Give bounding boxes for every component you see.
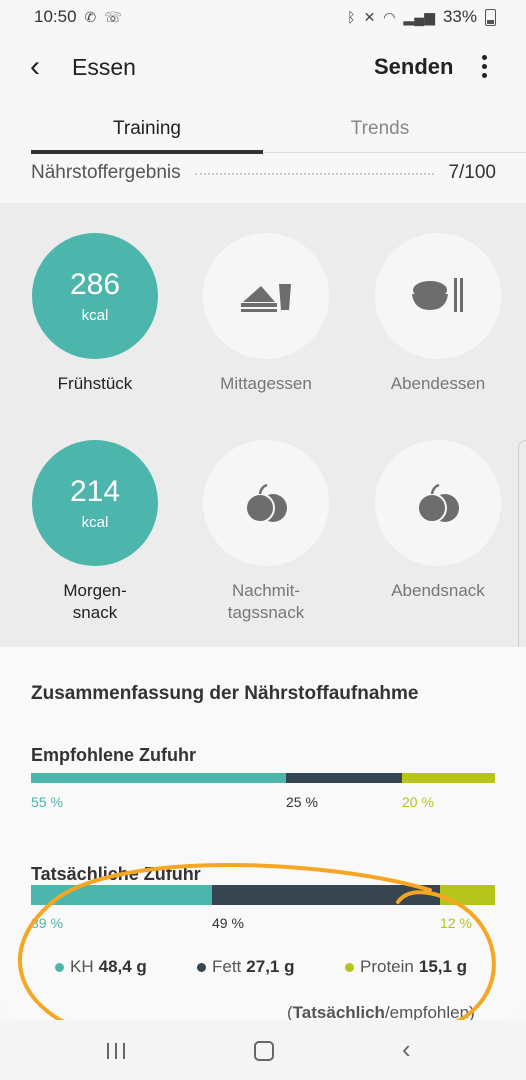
meal-morning-snack[interactable]: 214 kcal Morgen- snack	[20, 440, 170, 624]
actual-kh-segment	[31, 885, 212, 905]
mute-icon: ✕	[363, 8, 376, 25]
legend-fett: Fett 27,1 g	[197, 957, 295, 977]
breakfast-kcal-value: 286	[69, 267, 121, 301]
breakfast-label: Frühstück	[57, 374, 133, 393]
meal-lunch[interactable]: Mittagessen	[191, 233, 341, 395]
recent-apps-icon[interactable]	[107, 1043, 125, 1059]
nav-back-icon[interactable]: ‹	[402, 1036, 411, 1062]
evening-snack-circle[interactable]	[375, 440, 501, 566]
back-icon[interactable]: ‹	[30, 52, 40, 82]
nutrient-score-row: Nährstoffergebnis 7/100	[31, 158, 496, 188]
dotted-leader	[194, 172, 435, 175]
morning-snack-label-line1: Morgen-	[63, 581, 127, 600]
meal-breakfast[interactable]: 286 kcal Frühstück	[20, 233, 170, 395]
whatsapp-icon: ✆	[84, 8, 97, 25]
tab-bar: Training Trends	[0, 108, 526, 154]
evening-snack-label: Abendsnack	[391, 581, 485, 600]
recommended-protein-segment	[402, 773, 495, 783]
meal-dinner[interactable]: Abendessen	[363, 233, 513, 395]
recommended-kh-percent: 55 %	[31, 794, 63, 810]
tab-trends[interactable]: Trends	[264, 118, 496, 140]
morning-snack-circle[interactable]: 214 kcal	[32, 440, 158, 566]
dinner-label: Abendessen	[390, 374, 486, 393]
recommended-protein-percent: 20 %	[402, 794, 434, 810]
morning-snack-label-line2: snack	[72, 603, 118, 622]
meal-afternoon-snack[interactable]: Nachmit- tagssnack	[191, 440, 341, 624]
recommended-fett-percent: 25 %	[286, 794, 318, 810]
afternoon-snack-label-line2: tagssnack	[227, 603, 305, 622]
status-time: 10:50	[34, 7, 77, 26]
legend-kh: KH 48,4 g	[55, 957, 147, 977]
actual-kh-percent: 39 %	[31, 915, 63, 931]
home-icon[interactable]	[254, 1041, 274, 1061]
active-tab-indicator	[31, 150, 263, 154]
actual-intake-title: Tatsächliche Zufuhr	[31, 864, 201, 884]
meal-evening-snack[interactable]: Abendsnack	[363, 440, 513, 602]
sandwich-icon	[241, 284, 291, 312]
nutrient-score-value: 7/100	[448, 162, 496, 183]
legend-kh-label: KH	[70, 957, 94, 976]
lunch-circle[interactable]	[203, 233, 329, 359]
status-bar: 10:50 ✆ ☏ ᛒ ✕ ◠ ▂▄▆ 33%	[0, 0, 526, 34]
more-options-icon[interactable]	[474, 52, 494, 84]
tab-training[interactable]: Training	[31, 118, 263, 140]
meals-section: 286 kcal Frühstück Mittagessen Abendesse…	[0, 203, 526, 647]
legend-fett-value: 27,1 g	[246, 957, 295, 976]
page-title: Essen	[72, 54, 136, 80]
signal-icon: ▂▄▆	[403, 8, 435, 25]
breakfast-kcal-unit: kcal	[81, 306, 109, 324]
call-icon: ☏	[104, 8, 122, 25]
lunch-label: Mittagessen	[220, 374, 312, 393]
legend-protein: Protein 15,1 g	[345, 957, 467, 977]
send-button[interactable]: Senden	[374, 54, 453, 80]
morning-snack-label: Morgen- snack	[20, 580, 170, 624]
recommended-intake-bar	[31, 773, 495, 783]
legend-fett-label: Fett	[212, 957, 242, 976]
actual-protein-percent: 12 %	[440, 915, 472, 931]
fruit-icon	[245, 483, 287, 523]
navigation-bar: ‹	[0, 1020, 526, 1080]
legend-protein-value: 15,1 g	[418, 957, 468, 976]
recommended-intake-title: Empfohlene Zufuhr	[31, 745, 196, 765]
app-bar: ‹ Essen Senden	[0, 40, 526, 96]
bluetooth-icon: ᛒ	[347, 9, 356, 25]
battery-icon	[485, 8, 496, 26]
afternoon-snack-label-line1: Nachmit-	[231, 581, 300, 600]
fruit-icon	[417, 483, 459, 523]
actual-intake-bar	[31, 885, 495, 905]
dinner-circle[interactable]	[375, 233, 501, 359]
breakfast-circle[interactable]: 286 kcal	[32, 233, 158, 359]
nutrient-score-label: Nährstoffergebnis	[31, 162, 181, 183]
morning-snack-kcal-unit: kcal	[81, 513, 109, 531]
legend-kh-value: 48,4 g	[98, 957, 147, 976]
actual-fett-percent: 49 %	[212, 915, 244, 931]
actual-protein-segment	[440, 885, 495, 905]
recommended-kh-segment	[31, 773, 286, 783]
kh-dot-icon	[55, 962, 64, 972]
recommended-fett-segment	[286, 773, 402, 783]
tab-divider	[263, 152, 526, 153]
wifi-icon: ◠	[383, 8, 396, 25]
edge-panel-handle[interactable]	[518, 440, 526, 654]
actual-fett-segment	[212, 885, 440, 905]
rice-bowl-icon	[412, 278, 463, 312]
legend-protein-label: Protein	[360, 957, 414, 976]
battery-percent: 33%	[442, 7, 477, 26]
afternoon-snack-label: Nachmit- tagssnack	[191, 580, 341, 624]
afternoon-snack-circle[interactable]	[203, 440, 329, 566]
protein-dot-icon	[345, 962, 354, 972]
summary-title: Zusammenfassung der Nährstoffaufnahme	[31, 683, 419, 704]
fett-dot-icon	[197, 962, 206, 972]
morning-snack-kcal-value: 214	[69, 474, 121, 508]
nutrient-summary-card: Zusammenfassung der Nährstoffaufnahme Em…	[0, 647, 526, 1022]
